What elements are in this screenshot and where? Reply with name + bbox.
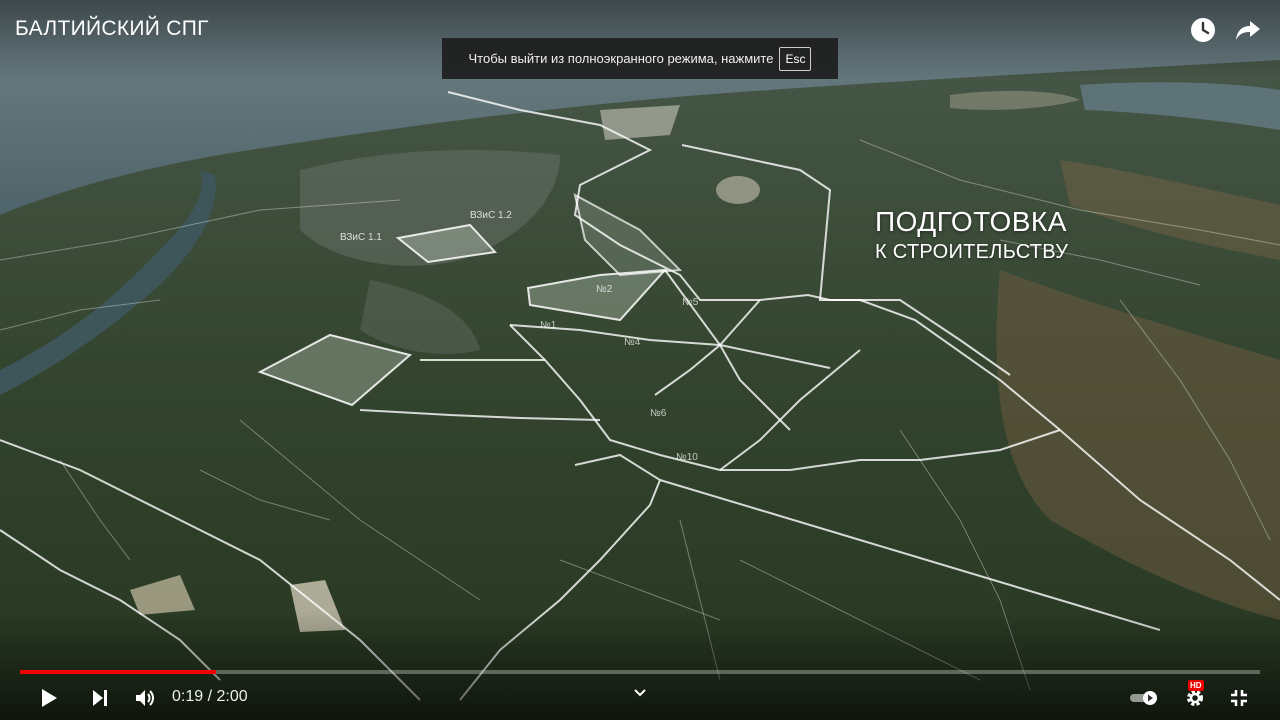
watch-later-button[interactable] [1187,14,1219,46]
map-label-zone-6: №6 [650,408,667,419]
hd-badge: HD [1188,680,1204,691]
time-display: 0:19 / 2:00 [172,688,248,706]
video-overlay-caption: ПОДГОТОВКА К СТРОИТЕЛЬСТВУ [875,205,1068,265]
exit-fullscreen-button[interactable] [1222,682,1256,714]
map-label-zone-2: №2 [596,284,613,295]
next-icon [93,690,107,706]
chapter-expand-button[interactable] [628,680,652,706]
overlay-subheading: К СТРОИТЕЛЬСТВУ [875,241,1069,263]
share-button[interactable] [1232,14,1264,46]
time-total: 2:00 [216,688,248,705]
map-label-zone-1: №1 [540,320,557,331]
settings-button[interactable]: HD [1178,680,1212,714]
map-label-vzis-1-1: ВЗиС 1.1 [340,232,382,243]
map-label-zone-10: №10 [676,452,698,463]
time-current: 0:19 [172,688,204,705]
mute-button[interactable] [130,682,160,714]
time-separator: / [203,688,217,705]
esc-key-label: Esc [779,46,812,71]
overlay-heading: ПОДГОТОВКА [875,206,1067,237]
fullscreen-notice-text: Чтобы выйти из полноэкранного режима, на… [468,51,774,66]
progress-bar[interactable] [20,670,1260,674]
progress-played [20,670,216,674]
map-label-vzis-1-2: ВЗиС 1.2 [470,210,512,221]
play-button[interactable] [32,682,66,714]
map-label-zone-5: №5 [682,297,699,308]
volume-icon [136,690,154,706]
fullscreen-exit-notice: Чтобы выйти из полноэкранного режима, на… [442,38,838,79]
chevron-down-icon [634,689,646,697]
autoplay-toggle-icon [1130,691,1157,705]
clock-icon [1191,18,1215,42]
autoplay-toggle[interactable] [1126,682,1162,714]
next-button[interactable] [84,682,116,714]
play-icon [42,689,57,707]
share-icon [1236,21,1260,40]
map-label-zone-4: №4 [624,337,641,348]
exit-fullscreen-icon [1231,690,1247,706]
video-title[interactable]: БАЛТИЙСКИЙ СПГ [15,17,209,41]
video-player[interactable]: ВЗиС 1.1 ВЗиС 1.2 №1 №2 №4 №5 №6 №10 ПОД… [0,0,1280,720]
